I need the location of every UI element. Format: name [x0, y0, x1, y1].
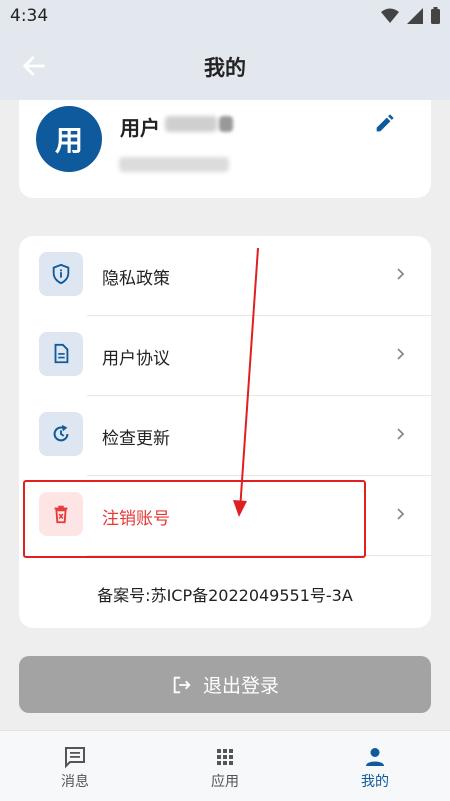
nav-item-apps[interactable]: 应用 — [150, 731, 300, 801]
redacted-phone — [119, 157, 229, 172]
message-icon — [65, 747, 85, 769]
menu-item-privacy-policy[interactable]: 隐私政策 — [19, 236, 431, 316]
menu-item-check-update[interactable]: 检查更新 — [19, 396, 431, 476]
document-icon — [54, 343, 69, 364]
icon-box — [39, 252, 83, 296]
status-time: 4:34 — [10, 6, 49, 26]
icon-box — [39, 412, 83, 456]
chevron-right-icon — [397, 268, 405, 280]
pencil-icon[interactable] — [373, 113, 395, 135]
annotation-highlight-box — [23, 480, 366, 558]
menu-item-user-agreement[interactable]: 用户协议 — [19, 316, 431, 396]
battery-icon — [431, 7, 440, 24]
nav-item-messages[interactable]: 消息 — [0, 731, 150, 801]
avatar-text: 用 — [54, 124, 83, 157]
profile-card: 用 用户 — [19, 100, 431, 198]
redacted-name-tail — [219, 116, 233, 132]
grid-icon — [217, 749, 233, 765]
refresh-icon — [53, 424, 69, 442]
nav-label: 消息 — [61, 774, 89, 790]
person-icon — [366, 748, 384, 766]
shield-info-icon — [52, 263, 70, 285]
icp-filing-number: 备案号:苏ICP备2022049551号-3A — [97, 586, 353, 605]
logout-label: 退出登录 — [202, 675, 279, 697]
nav-label: 应用 — [211, 774, 239, 790]
nav-item-me[interactable]: 我的 — [300, 731, 450, 801]
menu-label: 隐私政策 — [102, 269, 170, 289]
avatar[interactable]: 用 — [36, 106, 102, 172]
status-bar: 4:34 — [0, 0, 450, 32]
page-title: 我的 — [204, 56, 246, 80]
chevron-right-icon — [397, 508, 405, 520]
app-bar: 我的 — [0, 32, 450, 100]
logout-button[interactable]: 退出登录 — [19, 656, 431, 713]
chevron-right-icon — [397, 428, 405, 440]
redacted-name — [165, 116, 217, 132]
bottom-nav: 消息 应用 我的 — [0, 730, 450, 801]
signal-icon — [407, 7, 423, 24]
menu-label: 检查更新 — [102, 429, 170, 449]
nav-label: 我的 — [361, 774, 389, 790]
status-icons — [381, 7, 440, 24]
wifi-icon — [381, 8, 399, 23]
menu-label: 用户协议 — [102, 349, 170, 369]
user-name: 用户 — [120, 116, 160, 140]
logout-icon — [173, 676, 191, 693]
chevron-right-icon — [397, 348, 405, 360]
settings-menu: 隐私政策 用户协议 检查更新 注销账号 备案号:苏ICP备2022049551号… — [19, 236, 431, 628]
icon-box — [39, 332, 83, 376]
